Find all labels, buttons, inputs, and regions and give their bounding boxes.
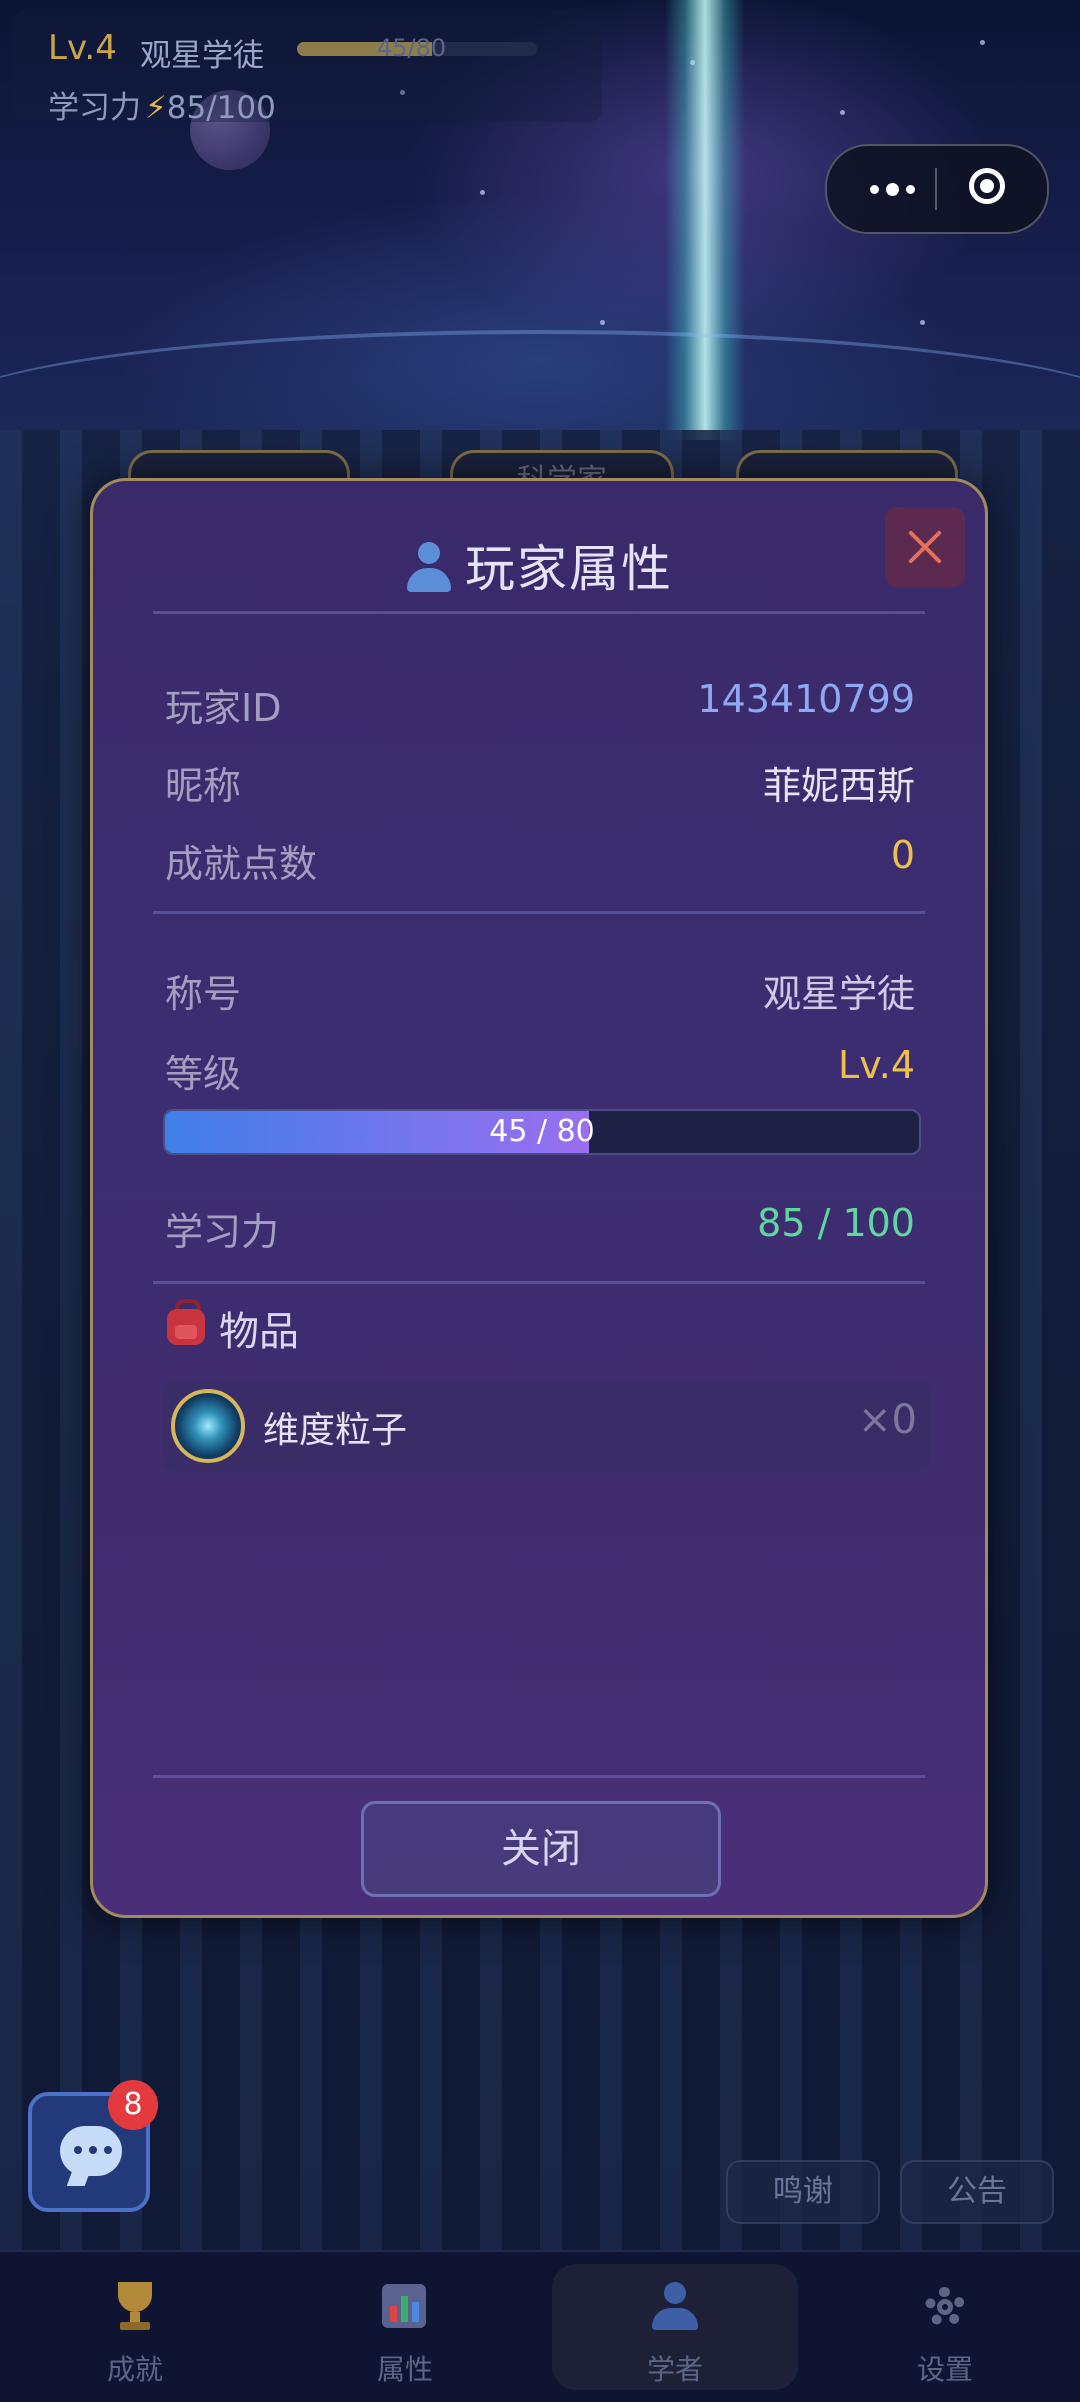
close-icon-button[interactable] — [885, 507, 965, 587]
level-label: 等级 — [165, 1052, 242, 1096]
modal-title: 玩家属性 — [93, 529, 985, 601]
achievement-points-value: 0 — [890, 833, 915, 877]
trophy-icon — [110, 2282, 160, 2332]
person-icon — [405, 542, 451, 592]
nav-label: 学者 — [646, 2353, 703, 2386]
backpack-icon — [165, 1299, 207, 1345]
chat-unread-badge: 8 — [108, 2080, 158, 2130]
xp-progress-bar: 45 / 80 — [163, 1109, 921, 1155]
nav-label: 设置 — [916, 2353, 973, 2386]
nav-item-scholar[interactable]: 学者 — [540, 2252, 810, 2402]
credits-button[interactable]: 鸣谢 — [726, 2160, 880, 2224]
nav-item-settings[interactable]: 设置 — [810, 2252, 1080, 2402]
hud-level: Lv.4 — [48, 28, 117, 68]
nickname-label: 昵称 — [165, 764, 242, 808]
section-divider — [153, 911, 925, 914]
notice-button[interactable]: 公告 — [900, 2160, 1054, 2224]
xp-progress-text: 45 / 80 — [489, 1114, 595, 1149]
hud-xp-text: 45/80 — [377, 34, 447, 62]
title-value: 观星学徒 — [762, 972, 915, 1016]
chat-bubble-icon — [60, 2126, 122, 2176]
hud-title: 观星学徒 — [140, 38, 264, 74]
star — [480, 190, 485, 195]
close-button[interactable]: 关闭 — [361, 1801, 721, 1897]
modal-title-text: 玩家属性 — [465, 540, 673, 598]
power-value: 85 / 100 — [757, 1201, 915, 1245]
more-icon[interactable] — [857, 146, 927, 232]
power-label: 学习力 — [165, 1210, 280, 1254]
item-name: 维度粒子 — [263, 1410, 408, 1451]
bar-chart-icon — [380, 2282, 430, 2332]
user-icon — [650, 2282, 700, 2332]
nav-item-attributes[interactable]: 属性 — [270, 2252, 540, 2402]
nav-item-achievements[interactable]: 成就 — [0, 2252, 270, 2402]
exit-icon[interactable] — [969, 168, 1005, 204]
bottom-navigation: 成就 属性 学者 设置 — [0, 2250, 1080, 2402]
player-attributes-modal: 玩家属性 玩家ID 143410799 昵称 菲妮西斯 成就点数 0 称号 观星… — [90, 478, 988, 1918]
player-id-value: 143410799 — [697, 677, 915, 721]
item-row[interactable]: 维度粒子 ×0 — [163, 1381, 931, 1471]
achievement-points-label: 成就点数 — [165, 842, 318, 886]
miniprogram-capsule — [825, 144, 1049, 234]
items-section-label: 物品 — [219, 1309, 299, 1355]
capsule-divider — [935, 168, 937, 210]
gear-icon — [920, 2282, 970, 2332]
title-divider — [153, 611, 925, 614]
nav-label: 成就 — [106, 2353, 163, 2386]
lightning-icon: ⚡ — [145, 90, 167, 126]
star — [920, 320, 925, 325]
hud-power-label: 学习力 — [48, 90, 141, 126]
section-divider — [153, 1281, 925, 1284]
title-label: 称号 — [165, 972, 242, 1016]
dimension-particle-icon — [171, 1389, 245, 1463]
star — [600, 320, 605, 325]
star — [980, 40, 985, 45]
item-count: ×0 — [858, 1397, 917, 1443]
star — [840, 110, 845, 115]
hud-power-value: 85/100 — [166, 90, 276, 126]
nickname-value: 菲妮西斯 — [762, 764, 915, 808]
footer-divider — [153, 1775, 925, 1778]
player-id-label: 玩家ID — [165, 686, 282, 730]
hud-power: 学习力 ⚡85/100 — [48, 82, 276, 127]
player-hud[interactable]: Lv.4 观星学徒 45/80 学习力 ⚡85/100 — [12, 10, 602, 126]
level-value: Lv.4 — [838, 1043, 915, 1087]
nav-label: 属性 — [376, 2353, 433, 2386]
